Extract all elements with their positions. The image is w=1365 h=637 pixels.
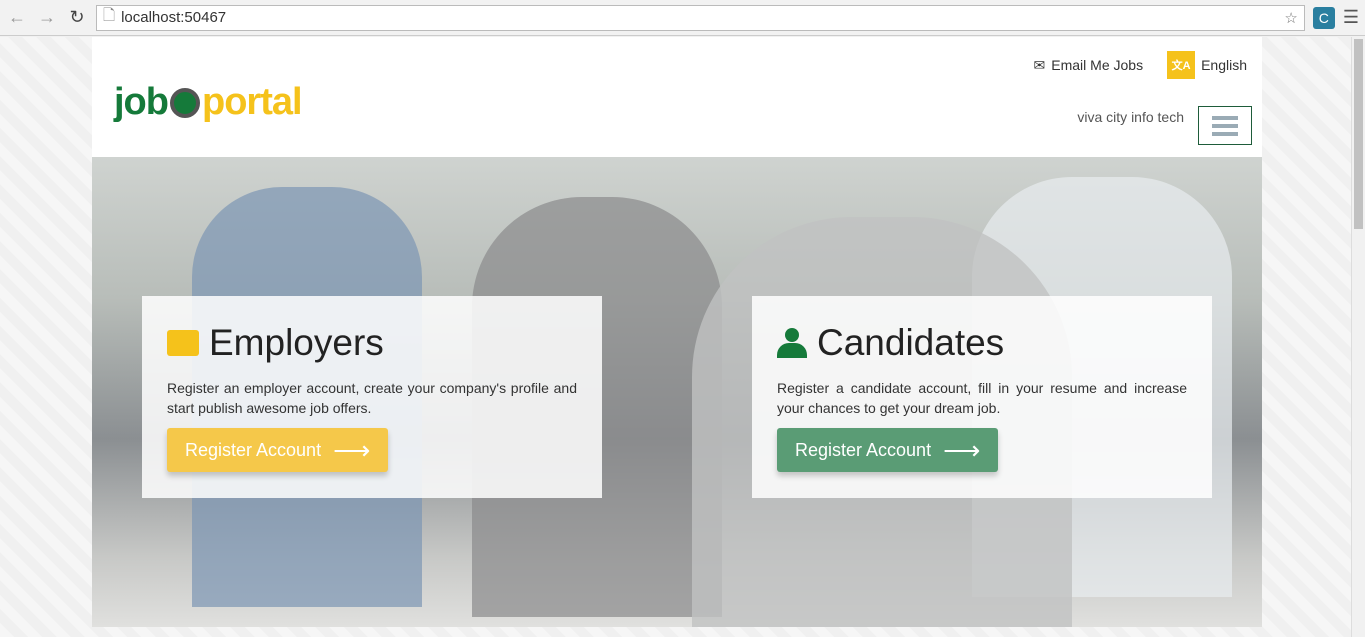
employer-register-button[interactable]: Register Account ⟶	[167, 428, 389, 472]
translate-icon: 文A	[1167, 51, 1196, 79]
candidates-description: Register a candidate account, fill in yo…	[777, 380, 1187, 416]
reload-icon[interactable]: ↻	[66, 7, 88, 28]
candidates-card: Candidates Register a candidate account,…	[752, 296, 1212, 498]
page-icon: 🗋	[103, 7, 116, 24]
back-icon[interactable]: ←	[6, 7, 28, 28]
url-text[interactable]: localhost:50467	[121, 9, 1278, 26]
page: job portal ✉ Email Me Jobs 文A English viva …	[92, 37, 1262, 627]
email-me-jobs-label: Email Me Jobs	[1051, 57, 1144, 73]
magnifier-icon	[169, 88, 200, 118]
menu-icon[interactable]: ☰	[1343, 7, 1359, 28]
briefcase-icon	[167, 330, 199, 356]
hero-banner: Employers Register an employer account, …	[92, 157, 1262, 627]
logo-portal: portal	[201, 81, 303, 123]
email-me-jobs-link[interactable]: ✉ Email Me Jobs	[1034, 57, 1144, 74]
employers-title: Employers	[209, 322, 384, 363]
logo-job: job	[114, 81, 169, 123]
user-icon	[777, 328, 807, 358]
arrow-right-icon: ⟶	[943, 434, 981, 465]
scrollbar[interactable]	[1351, 37, 1365, 637]
employers-description: Register an employer account, create you…	[167, 380, 577, 416]
forward-icon[interactable]: →	[36, 7, 58, 28]
candidates-title: Candidates	[817, 322, 1005, 363]
button-label: Register Account	[795, 439, 932, 460]
extension-icon[interactable]: C	[1312, 6, 1335, 29]
arrow-right-icon: ⟶	[333, 434, 371, 465]
scrollbar-thumb[interactable]	[1354, 39, 1363, 229]
star-icon[interactable]: ☆	[1284, 9, 1297, 27]
browser-toolbar: ← → ↻ 🗋 localhost:50467 ☆ C ☰	[0, 0, 1365, 36]
candidate-register-button[interactable]: Register Account ⟶	[777, 428, 999, 472]
envelope-icon: ✉	[1033, 56, 1046, 73]
button-label: Register Account	[185, 439, 322, 460]
company-name: viva city info tech	[1077, 109, 1184, 125]
language-selector[interactable]: 文A English	[1167, 51, 1247, 79]
language-label: English	[1201, 57, 1247, 73]
logo[interactable]: job portal	[114, 81, 303, 124]
hamburger-menu-button[interactable]	[1198, 106, 1252, 145]
employers-card: Employers Register an employer account, …	[142, 296, 602, 498]
address-bar[interactable]: 🗋 localhost:50467 ☆	[96, 4, 1305, 31]
site-header: job portal ✉ Email Me Jobs 文A English viva …	[92, 37, 1262, 157]
